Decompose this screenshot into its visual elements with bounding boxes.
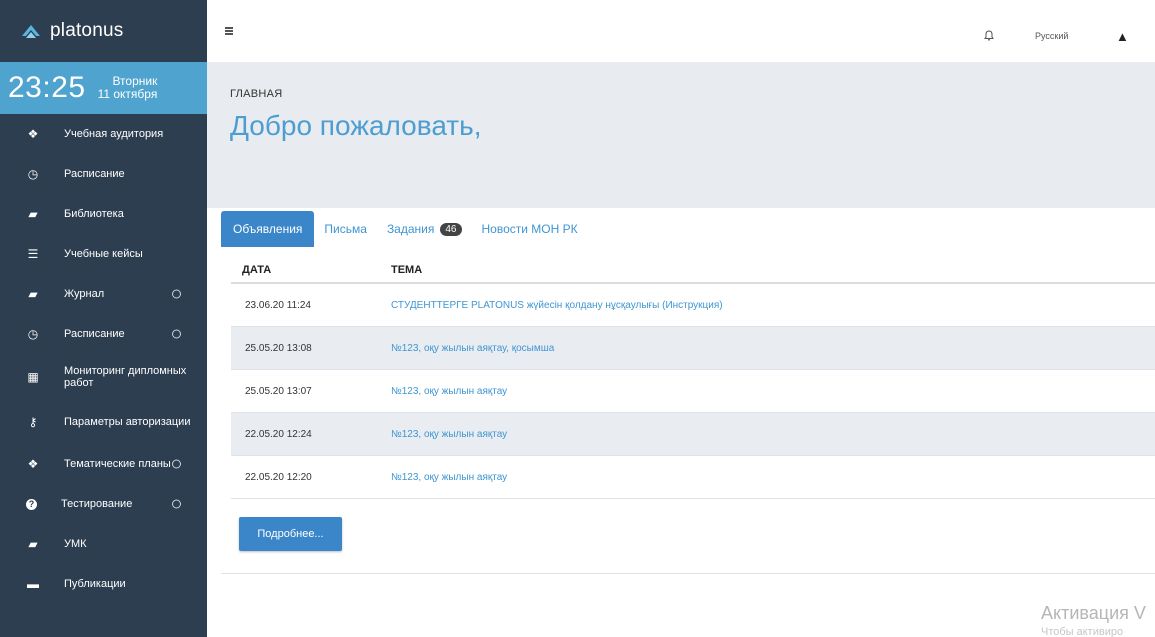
tab-tasks[interactable]: Задания 46: [377, 211, 472, 247]
sidebar-item-1[interactable]: ◷ Расписание: [0, 154, 207, 194]
folder-icon: ▬: [27, 577, 39, 591]
table-row: 23.06.20 11:24 СТУДЕНТТЕРГЕ PLATONUS жүйе…: [231, 284, 1155, 327]
more-button[interactable]: Подробнее...: [239, 517, 342, 551]
tabs: Объявления Письма Задания 46 Новости МОН …: [221, 211, 588, 247]
table-row: 22.05.20 12:20 №123, оқу жылын аяқтау: [231, 456, 1155, 499]
sidebar-menu: ❖ Учебная аудитория ◷ Расписание ▰ Библиотека…: [0, 114, 207, 604]
sidebar-item-3[interactable]: ☰ Учебные кейсы: [0, 234, 207, 274]
expand-arrow-icon[interactable]: [172, 289, 181, 299]
table-header: ДАТА ТЕМА: [231, 257, 1155, 284]
sidebar-item-label: УМК: [64, 538, 87, 550]
sidebar-item-label: Журнал: [64, 288, 105, 300]
cell-date: 23.06.20 11:24: [245, 299, 311, 311]
book-icon: ▰: [28, 537, 38, 551]
expand-arrow-icon[interactable]: [172, 499, 181, 509]
warning-icon[interactable]: ▲: [1116, 29, 1129, 44]
cell-topic-link[interactable]: №123, оқу жылын аяқтау: [391, 472, 507, 483]
sidebar-item-label: Расписание: [64, 328, 125, 340]
key-icon: ⚷: [28, 414, 38, 429]
sidebar-item-8[interactable]: ❖ Тематические планы: [0, 444, 207, 484]
announcements-table: ДАТА ТЕМА 23.06.20 11:24 СТУДЕНТТЕРГЕ PLA…: [231, 257, 1155, 499]
sidebar-item-4[interactable]: ▰ Журнал: [0, 274, 207, 314]
calendar-icon: ▦: [27, 369, 39, 384]
language-selector[interactable]: Русский: [1035, 31, 1068, 41]
tab-label: Письма: [324, 222, 367, 236]
cell-date: 25.05.20 13:07: [245, 385, 312, 397]
tab-news[interactable]: Новости МОН РК: [472, 211, 588, 247]
hamburger-menu-icon[interactable]: [225, 27, 233, 35]
cubes-icon: ❖: [27, 127, 39, 141]
clock-widget: 23:25 Вторник 11 октября: [0, 62, 207, 114]
sidebar-item-9[interactable]: ? Тестирование: [0, 484, 207, 524]
sidebar-item-2[interactable]: ▰ Библиотека: [0, 194, 207, 234]
sidebar-item-label: Параметры авторизации: [64, 415, 191, 428]
sidebar-item-label: Тестирование: [61, 498, 133, 510]
sidebar-item-label: Тематические планы: [64, 458, 171, 470]
cell-topic-link[interactable]: №123, оқу жылын аяқтау, қосымша: [391, 343, 554, 354]
book-icon: ▰: [28, 287, 38, 301]
column-header-date: ДАТА: [242, 263, 272, 276]
table-row: 25.05.20 13:07 №123, оқу жылын аяқтау: [231, 370, 1155, 413]
sidebar-item-label: Расписание: [64, 168, 125, 180]
tab-label: Объявления: [233, 222, 303, 236]
sidebar-item-7[interactable]: ⚷ Параметры авторизации: [0, 399, 207, 444]
page-title: Добро пожаловать,: [230, 110, 482, 141]
list-icon: ☰: [27, 247, 39, 261]
topbar: Русский ▲: [207, 0, 1155, 62]
cubes-icon: ❖: [27, 457, 39, 471]
clock-icon: ◷: [27, 327, 39, 341]
platonus-logo-icon: [22, 25, 40, 38]
expand-arrow-icon[interactable]: [172, 459, 181, 469]
tab-label: Задания: [386, 222, 435, 236]
column-header-topic: ТЕМА: [391, 263, 423, 276]
sidebar-item-label: Учебные кейсы: [64, 248, 143, 260]
tab-letters[interactable]: Письма: [314, 211, 377, 247]
table-row: 22.05.20 12:24 №123, оқу жылын аяқтау: [231, 413, 1155, 456]
expand-arrow-icon[interactable]: [172, 329, 181, 339]
tasks-count-badge: 46: [440, 222, 462, 236]
cell-topic-link[interactable]: №123, оқу жылын аяқтау: [391, 429, 507, 440]
sidebar-item-label: Публикации: [64, 578, 126, 590]
sidebar-item-label: Учебная аудитория: [64, 128, 164, 140]
sidebar-item-5[interactable]: ◷ Расписание: [0, 314, 207, 354]
question-icon: ?: [26, 498, 37, 510]
sidebar-item-11[interactable]: ▬ Публикации: [0, 564, 207, 604]
sidebar-item-6[interactable]: ▦ Мониторинг дипломных работ: [0, 354, 207, 399]
cell-date: 22.05.20 12:24: [245, 428, 312, 440]
page-header: ГЛАВНАЯ Добро пожаловать,: [207, 62, 1155, 208]
tab-announcements[interactable]: Объявления: [221, 211, 315, 247]
sidebar-item-label: Библиотека: [64, 208, 124, 220]
sidebar-item-10[interactable]: ▰ УМК: [0, 524, 207, 564]
cell-date: 25.05.20 13:08: [245, 342, 312, 354]
table-body: 23.06.20 11:24 СТУДЕНТТЕРГЕ PLATONUS жүйе…: [231, 284, 1155, 499]
sidebar: platonus 23:25 Вторник 11 октября ❖ Учебн…: [0, 0, 207, 637]
clock-date: Вторник 11 октября: [98, 75, 158, 101]
logo[interactable]: platonus: [0, 0, 207, 62]
cell-topic-link[interactable]: СТУДЕНТТЕРГЕ PLATONUS жүйесін қолдану нұ…: [391, 300, 723, 311]
tab-label: Новости МОН РК: [481, 222, 578, 236]
divider: [221, 573, 1155, 574]
table-row: 25.05.20 13:08 №123, оқу жылын аяқтау, қо…: [231, 327, 1155, 370]
cell-date: 22.05.20 12:20: [245, 471, 312, 483]
clock-icon: ◷: [27, 167, 39, 181]
sidebar-item-0[interactable]: ❖ Учебная аудитория: [0, 114, 207, 154]
breadcrumb: ГЛАВНАЯ: [230, 88, 283, 100]
clock-time: 23:25: [8, 71, 86, 104]
windows-activation-watermark: Активация V: [1041, 603, 1146, 623]
bell-icon[interactable]: [984, 30, 994, 41]
app-name: platonus: [50, 20, 124, 41]
sidebar-item-label: Мониторинг дипломных работ: [64, 364, 187, 389]
windows-activation-subtitle: Чтобы активиро: [1041, 626, 1124, 637]
cell-topic-link[interactable]: №123, оқу жылын аяқтау: [391, 386, 507, 397]
book-icon: ▰: [28, 207, 38, 221]
clock-day: 11 октября: [97, 87, 158, 101]
